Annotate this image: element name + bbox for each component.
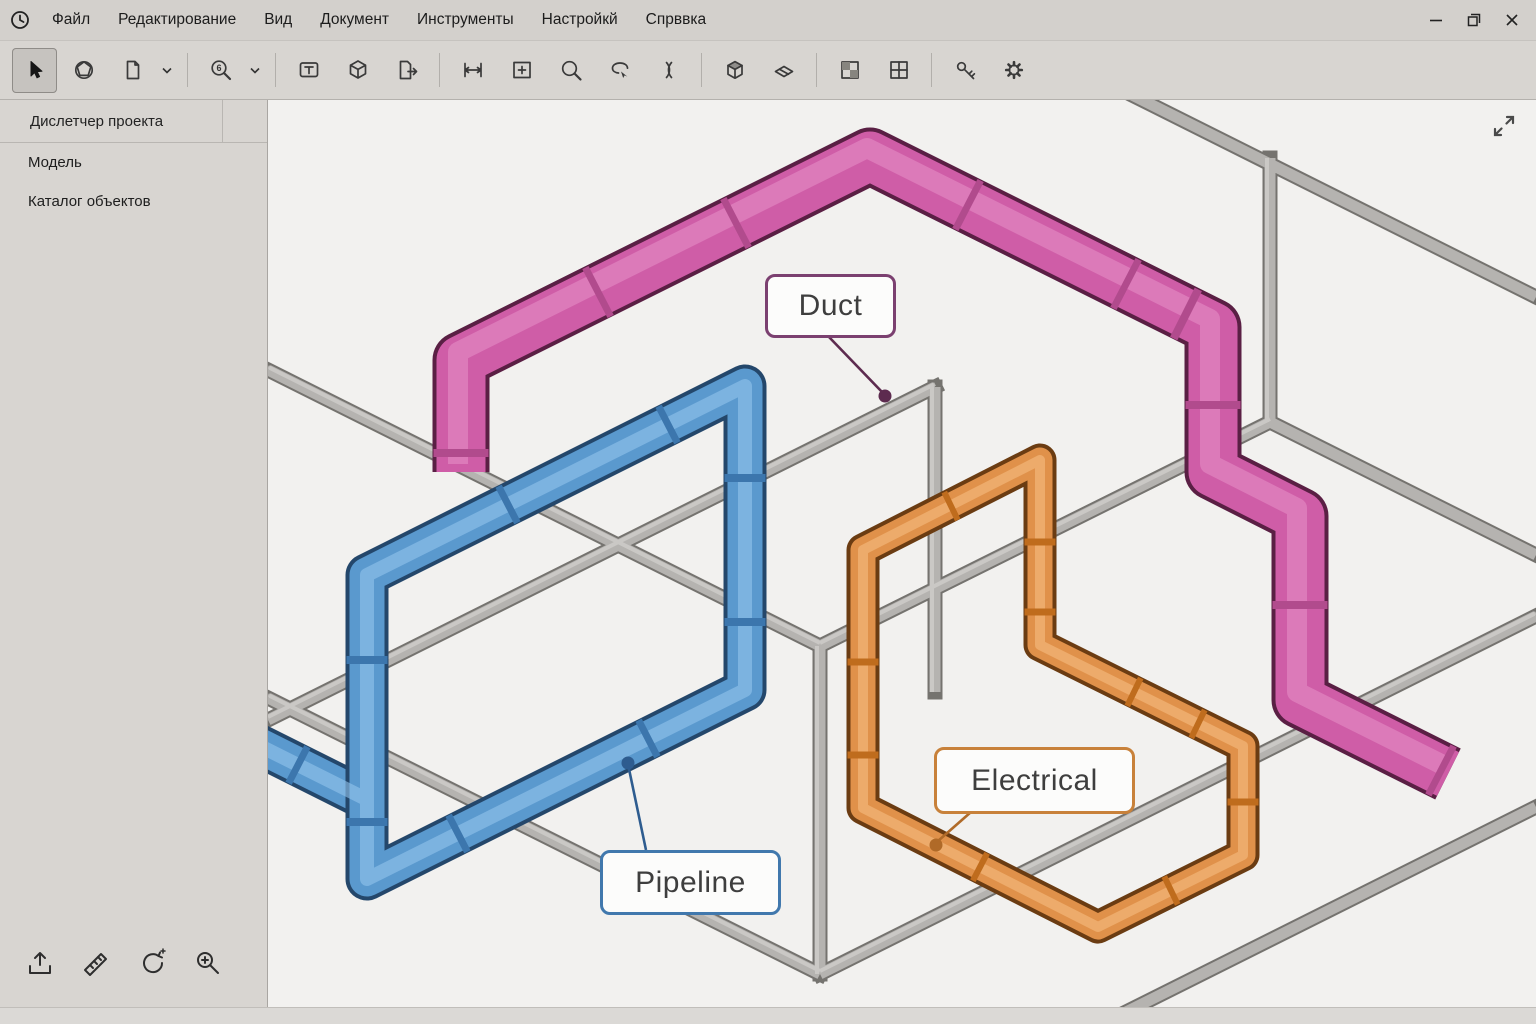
ruler-icon (84, 953, 107, 976)
pipeline-label-text: Pipeline (635, 865, 746, 899)
lasso-button[interactable] (597, 48, 642, 93)
pipeline-leader-dot (621, 756, 635, 770)
select-tool-button[interactable] (12, 47, 57, 93)
restore-button[interactable] (1462, 8, 1486, 32)
panel-tools (0, 945, 267, 1007)
sidebar-item-object-catalog[interactable]: Каталог объектов (0, 182, 267, 221)
menu-settings[interactable]: Настройкй (528, 0, 632, 40)
text-frame-button[interactable] (286, 48, 331, 93)
chevron-down-icon (162, 67, 172, 74)
menu-document[interactable]: Документ (306, 0, 403, 40)
toolbar-separator (931, 53, 932, 87)
toolbar-separator (187, 53, 188, 87)
new-document-dropdown[interactable] (159, 48, 175, 93)
project-manager-panel: Дислетчер проекта Модель Каталог объекто… (0, 100, 268, 1007)
export-icon (29, 952, 51, 974)
double-curve-icon (665, 61, 672, 79)
double-curve-button[interactable] (646, 48, 691, 93)
panel-title: Дислетчер проекта (30, 112, 164, 130)
zoom-window-tool-button[interactable] (190, 945, 226, 981)
application-window: Файл Редактирование Вид Документ Инструм… (0, 0, 1536, 1024)
settings-button[interactable] (991, 48, 1036, 93)
search-icon (561, 60, 582, 81)
toolbar: 6 (0, 40, 1536, 100)
dimension-button[interactable] (450, 48, 495, 93)
viewport-3d[interactable] (268, 100, 1536, 1007)
chevron-down-icon (250, 67, 260, 74)
lasso-icon (611, 62, 628, 78)
toolbar-separator (816, 53, 817, 87)
cube-button[interactable] (335, 48, 380, 93)
plus-box-icon (512, 61, 531, 79)
cursor-icon (30, 61, 42, 79)
file-icon (126, 60, 139, 80)
expand-icon (1493, 115, 1515, 137)
text-frame-icon (299, 62, 318, 78)
menu-view[interactable]: Вид (250, 0, 306, 40)
gear-icon (1004, 60, 1023, 80)
duct-leader-dot (878, 389, 892, 403)
duct-label-text: Duct (798, 289, 863, 322)
menu-help[interactable]: Спрввка (632, 0, 720, 40)
zoom-dropdown[interactable] (247, 48, 263, 93)
add-frame-button[interactable] (499, 48, 544, 93)
orbit-icon (143, 948, 166, 974)
menu-tools[interactable]: Инструменты (403, 0, 528, 40)
panel-header: Дислетчер проекта (0, 100, 267, 143)
sidebar-item-model[interactable]: Модель (0, 143, 267, 182)
key-icon (956, 61, 975, 80)
zoom-magnifier-icon: 6 (210, 60, 231, 81)
sphere-icon (74, 60, 93, 80)
duct-label[interactable]: Duct (765, 274, 896, 338)
export-page-button[interactable] (384, 48, 429, 93)
toolbar-separator (701, 53, 702, 87)
shaded-view-button[interactable] (61, 48, 106, 93)
main-area: Дислетчер проекта Модель Каталог объекто… (0, 100, 1536, 1007)
pipeline-label[interactable]: Pipeline (600, 850, 781, 915)
electrical-leader-dot (929, 838, 943, 852)
grid-button[interactable] (876, 48, 921, 93)
checker-icon (840, 61, 859, 79)
search-button[interactable] (548, 48, 593, 93)
status-bar (0, 1007, 1536, 1024)
menu-edit[interactable]: Редактирование (104, 0, 250, 40)
cube-icon (349, 60, 366, 79)
electrical-label-text: Electrical (971, 763, 1098, 797)
viewport-background (268, 100, 1536, 1007)
zoom-window-icon (197, 952, 219, 974)
menu-file[interactable]: Файл (38, 0, 104, 40)
grid-icon (889, 61, 908, 79)
checker-button[interactable] (827, 48, 872, 93)
panel-tab-separator (222, 100, 223, 142)
measure-tool-button[interactable] (78, 945, 114, 981)
zoom-button[interactable]: 6 (198, 48, 243, 93)
export-tool-button[interactable] (22, 945, 58, 981)
close-button[interactable] (1500, 8, 1524, 32)
svg-text:6: 6 (216, 63, 221, 73)
toolbar-separator (439, 53, 440, 87)
key-button[interactable] (942, 48, 987, 93)
new-document-button[interactable] (110, 48, 155, 93)
orbit-tool-button[interactable] (134, 945, 170, 981)
history-icon[interactable] (8, 8, 32, 32)
menubar: Файл Редактирование Вид Документ Инструм… (0, 0, 1536, 40)
section-plane-button[interactable] (761, 48, 806, 93)
box-3d-icon (726, 60, 743, 80)
electrical-label[interactable]: Electrical (934, 747, 1135, 814)
minimize-button[interactable] (1424, 8, 1448, 32)
model-canvas: Duct Pipeline Electrical (268, 100, 1536, 1007)
page-export-icon (399, 60, 417, 80)
toolbar-separator (275, 53, 276, 87)
expand-viewport-button[interactable] (1488, 110, 1520, 142)
window-controls (1424, 0, 1530, 40)
dimension-icon (463, 62, 482, 78)
plane-icon (774, 65, 793, 78)
box-3d-button[interactable] (712, 48, 757, 93)
